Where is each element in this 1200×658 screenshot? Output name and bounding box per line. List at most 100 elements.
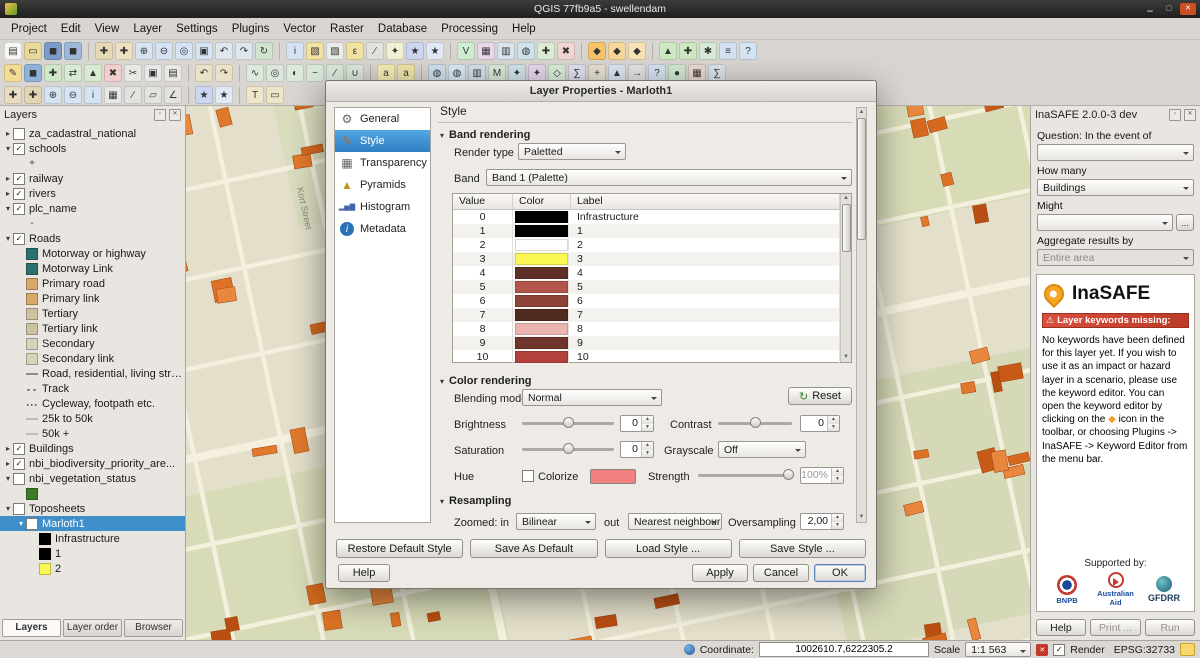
layer-item-tertiary-link[interactable]: Tertiary link [0, 321, 185, 336]
spin-arrows-icon[interactable]: ▲▼ [827, 416, 839, 431]
palette-table-scrollbar[interactable]: ▲ ▼ [840, 194, 851, 362]
layer-item-road-residential-living-street[interactable]: Road, residential, living street, ... [0, 366, 185, 381]
palette-row[interactable]: 1010 [453, 350, 840, 364]
add-feature-icon[interactable]: ✚ [44, 64, 62, 82]
spin-arrows-icon[interactable]: ▲▼ [641, 442, 653, 457]
coordinate-tracking-icon[interactable] [684, 644, 695, 655]
pan-map-icon[interactable]: ✚ [95, 42, 113, 60]
zoom-in-icon[interactable]: ⊕ [135, 42, 153, 60]
scroll-down-icon[interactable]: ▼ [843, 353, 849, 362]
layer-item-secondary-link[interactable]: Secondary link [0, 351, 185, 366]
expand-arrow-icon[interactable]: ▾ [3, 144, 13, 153]
new-shapefile-icon[interactable]: ✚ [537, 42, 555, 60]
measure-line-icon[interactable]: ∕ [124, 86, 142, 104]
layer-item-tertiary[interactable]: Tertiary [0, 306, 185, 321]
expand-arrow-icon[interactable]: ▾ [3, 474, 13, 483]
help-button[interactable]: Help [338, 564, 390, 582]
layer-item-nbi-biodiversity-priority-are[interactable]: ▸✓nbi_biodiversity_priority_are... [0, 456, 185, 471]
node-tool-icon[interactable]: ▲ [84, 64, 102, 82]
properties-tab-style[interactable]: ✎Style [335, 130, 430, 152]
style-button-load-style[interactable]: Load Style ... [605, 539, 732, 558]
select-by-expression-icon[interactable]: ε [346, 42, 364, 60]
palette-row[interactable]: 11 [453, 224, 840, 238]
scale-select[interactable]: 1:1 563 [965, 642, 1031, 657]
layer-item-secondary[interactable]: Secondary [0, 336, 185, 351]
zoom-full-icon[interactable]: ◎ [175, 42, 193, 60]
menu-layer[interactable]: Layer [126, 21, 169, 37]
layer-item-track[interactable]: Track [0, 381, 185, 396]
grass-tools-icon[interactable]: ✚ [679, 42, 697, 60]
zoomed-out-select[interactable]: Nearest neighbour [628, 513, 722, 530]
expand-arrow-icon[interactable]: ▸ [3, 189, 13, 198]
brightness-slider[interactable] [522, 415, 614, 431]
scroll-up-icon[interactable]: ▲ [859, 108, 865, 117]
function-select[interactable] [1037, 214, 1173, 231]
redo-icon[interactable]: ↷ [215, 64, 233, 82]
zoom-last-icon[interactable]: ↶ [215, 42, 233, 60]
palette-row[interactable]: 44 [453, 266, 840, 280]
properties-tab-pyramids[interactable]: ▲Pyramids [335, 174, 430, 196]
inasafe-plugin-icon[interactable]: ◆ [588, 42, 606, 60]
map-tips-icon[interactable]: ✦ [386, 42, 404, 60]
layer-item-za-cadastral-national[interactable]: ▸za_cadastral_national [0, 126, 185, 141]
grass-icon[interactable]: ▲ [659, 42, 677, 60]
colorize-checkbox[interactable] [522, 470, 534, 482]
layer-item-1[interactable]: 1 [0, 546, 185, 561]
simplify-feature-icon[interactable]: ∿ [246, 64, 264, 82]
palette-row[interactable]: 55 [453, 280, 840, 294]
minimize-icon[interactable]: ▁ [1142, 3, 1158, 15]
toggle-editing-icon[interactable]: ✎ [4, 64, 22, 82]
spin-arrows-icon[interactable]: ▲▼ [831, 468, 843, 483]
palette-color-swatch[interactable] [515, 323, 569, 335]
close-panel-icon[interactable]: ✕ [1184, 109, 1196, 121]
select-features-icon[interactable]: ▧ [306, 42, 324, 60]
move-feature-icon[interactable]: ⇄ [64, 64, 82, 82]
layer-item-railway[interactable]: ▸✓railway [0, 171, 185, 186]
legend-item[interactable]: - [0, 216, 185, 231]
layer-checkbox[interactable]: ✓ [13, 173, 25, 185]
style-button-save-style[interactable]: Save Style ... [739, 539, 866, 558]
palette-color-swatch[interactable] [515, 267, 569, 279]
column-header-value[interactable]: Value [453, 194, 513, 210]
expand-arrow-icon[interactable]: ▸ [3, 174, 13, 183]
palette-color-swatch[interactable] [515, 253, 569, 265]
layer-item-2[interactable]: 2 [0, 561, 185, 576]
stop-render-icon[interactable]: ✕ [1036, 644, 1048, 656]
contrast-slider[interactable] [718, 415, 792, 431]
saturation-slider[interactable] [522, 441, 614, 457]
brightness-spinbox[interactable]: 0 ▲▼ [620, 415, 654, 432]
expand-arrow-icon[interactable]: ▸ [3, 444, 13, 453]
expand-arrow-icon[interactable]: ▾ [3, 204, 13, 213]
window-titlebar[interactable]: QGIS 77fb9a5 - swellendam ▁ ▢ ✕ [0, 0, 1200, 18]
legend-item[interactable]: + [0, 156, 185, 171]
layer-checkbox[interactable] [26, 518, 38, 530]
pan-map-2-icon[interactable]: ✚ [24, 86, 42, 104]
deselect-icon[interactable]: ▧ [326, 42, 344, 60]
layer-item-25k-to-50k[interactable]: 25k to 50k [0, 411, 185, 426]
style-button-save-as-default[interactable]: Save As Default [470, 539, 597, 558]
copy-features-icon[interactable]: ▣ [144, 64, 162, 82]
properties-tab-histogram[interactable]: ▂▅▇Histogram [335, 196, 430, 218]
save-edits-icon[interactable]: ◼ [24, 64, 42, 82]
reset-button[interactable]: ↻ Reset [788, 387, 852, 405]
palette-color-swatch[interactable] [515, 211, 569, 223]
layer-item-nbi-vegetation-status[interactable]: ▾nbi_vegetation_status [0, 471, 185, 486]
saturation-spinbox[interactable]: 0 ▲▼ [620, 441, 654, 458]
band-select[interactable]: Band 1 (Palette) [486, 169, 852, 186]
menu-view[interactable]: View [88, 21, 127, 37]
remove-layer-icon[interactable]: ✖ [557, 42, 575, 60]
tab-layer-order[interactable]: Layer order [63, 619, 122, 637]
identify-icon[interactable]: i [286, 42, 304, 60]
properties-tab-metadata[interactable]: iMetadata [335, 218, 430, 240]
new-bookmark-2-icon[interactable]: ★ [195, 86, 213, 104]
layer-item-roads[interactable]: ▾✓Roads [0, 231, 185, 246]
collapse-arrow-icon[interactable]: ▾ [440, 497, 444, 506]
inasafe-help-button[interactable]: Help [1036, 619, 1086, 636]
style-button-restore-default-style[interactable]: Restore Default Style [336, 539, 463, 558]
color-rendering-section-header[interactable]: ▾ Color rendering [440, 375, 532, 387]
zoom-to-layer-icon[interactable]: ▣ [195, 42, 213, 60]
layer-checkbox[interactable]: ✓ [13, 443, 25, 455]
collapse-arrow-icon[interactable]: ▾ [440, 377, 444, 386]
add-part-icon[interactable]: ◐ [286, 64, 304, 82]
close-icon[interactable]: ✕ [1180, 3, 1196, 15]
